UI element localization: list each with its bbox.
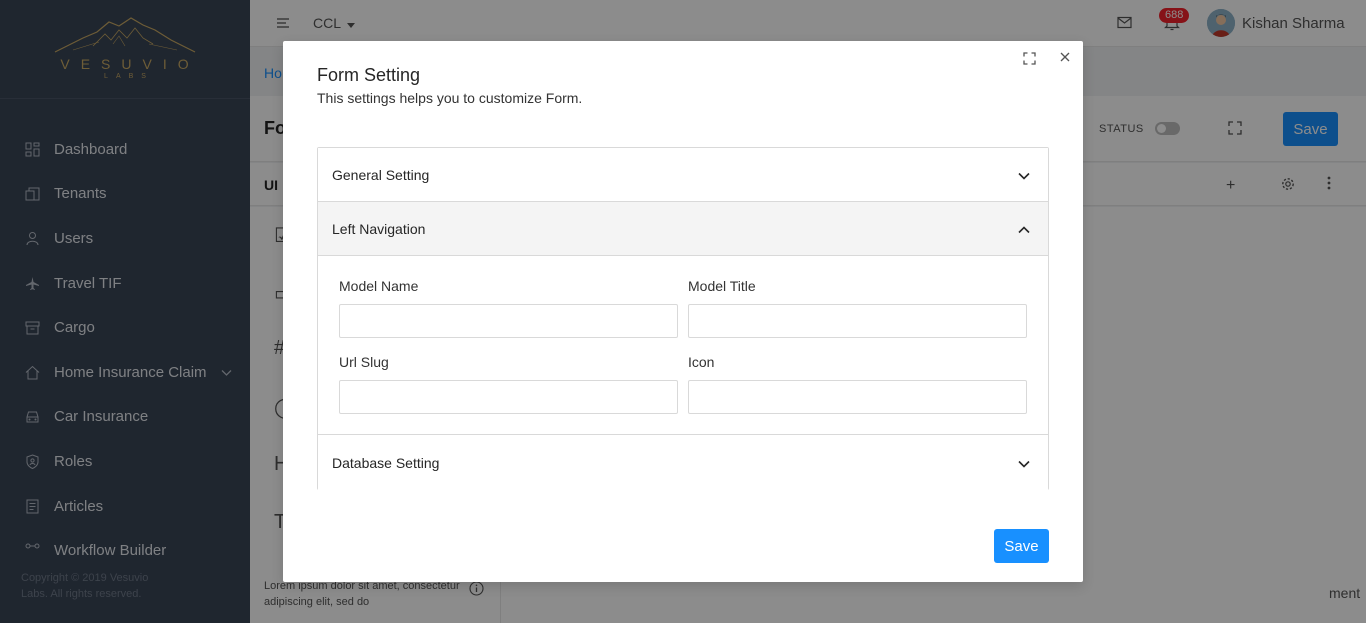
- panel-title: Left Navigation: [332, 220, 426, 237]
- save-button[interactable]: Save: [994, 529, 1049, 563]
- chevron-down-icon: [1018, 455, 1030, 471]
- panel-title: Database Setting: [332, 454, 440, 471]
- panel-left-navigation[interactable]: Left Navigation: [318, 202, 1048, 256]
- left-navigation-body: Model Name Model Title Url Slug Icon: [318, 256, 1048, 435]
- chevron-down-icon: [1018, 167, 1030, 183]
- model-name-input[interactable]: [339, 304, 678, 338]
- panel-database-setting[interactable]: Database Setting: [318, 435, 1048, 490]
- modal-subtitle: This settings helps you to customize For…: [317, 90, 583, 106]
- modal-fullscreen-icon[interactable]: [1023, 52, 1036, 70]
- settings-collapse: General Setting Left Navigation Model Na…: [317, 147, 1049, 490]
- panel-general-setting[interactable]: General Setting: [318, 148, 1048, 202]
- url-slug-input[interactable]: [339, 380, 678, 414]
- model-name-label: Model Name: [339, 278, 419, 294]
- chevron-up-icon: [1018, 221, 1030, 237]
- model-title-label: Model Title: [688, 278, 756, 294]
- modal-title: Form Setting: [317, 65, 421, 85]
- icon-input[interactable]: [688, 380, 1027, 414]
- url-slug-label: Url Slug: [339, 354, 389, 370]
- icon-label: Icon: [688, 354, 715, 370]
- close-icon[interactable]: [1059, 50, 1071, 68]
- form-setting-modal: Form Setting This settings helps you to …: [283, 41, 1083, 582]
- model-title-input[interactable]: [688, 304, 1027, 338]
- panel-title: General Setting: [332, 166, 430, 183]
